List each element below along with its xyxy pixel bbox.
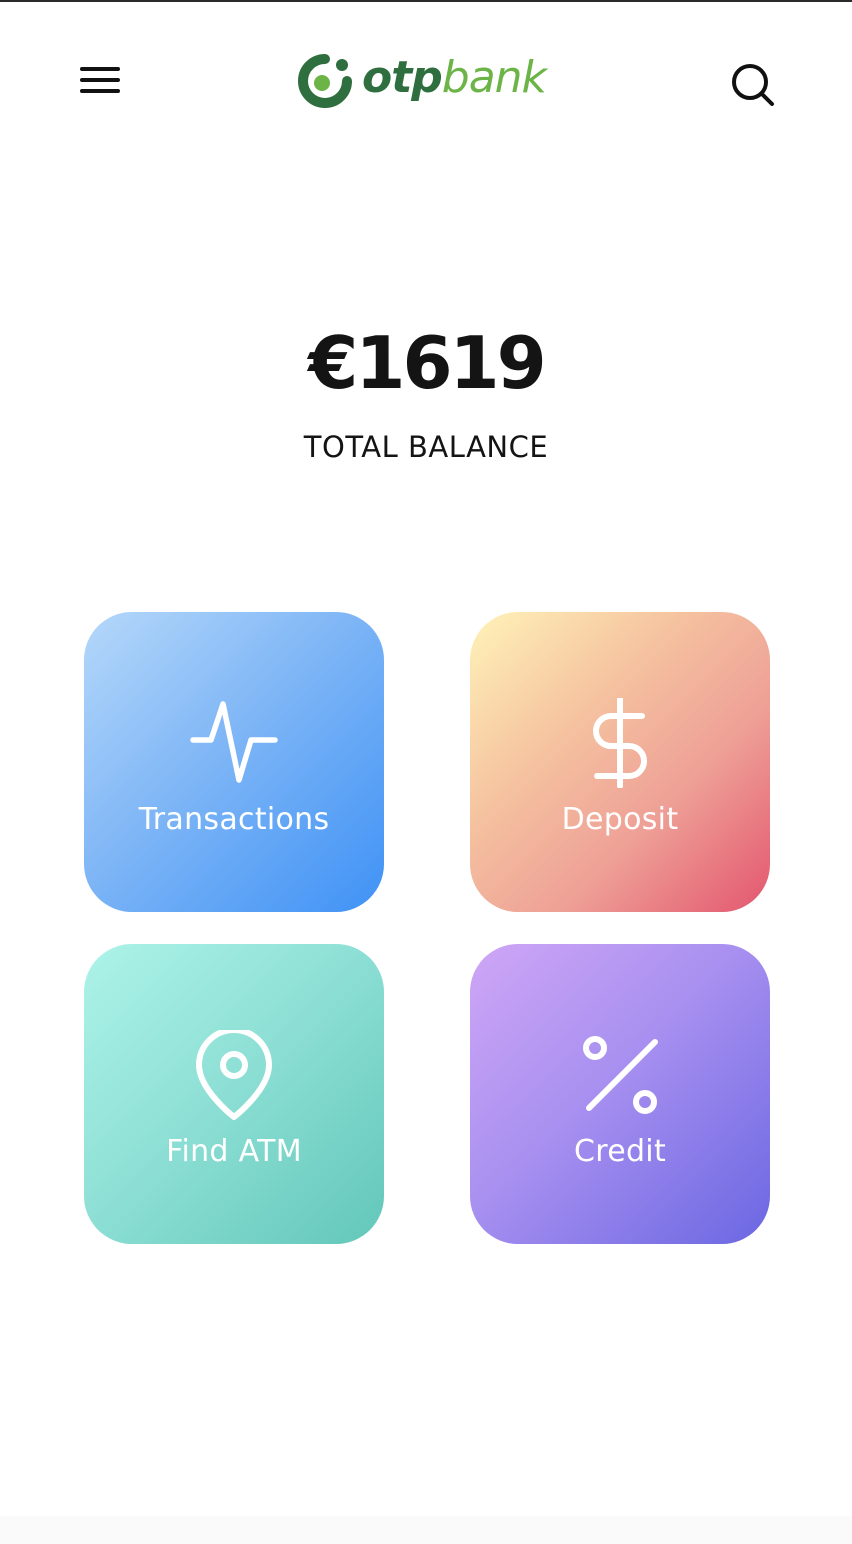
map-pin-icon — [84, 1030, 384, 1120]
credit-label: Credit — [573, 1134, 667, 1169]
bottom-edge — [0, 1516, 852, 1544]
deposit-tile[interactable]: Deposit — [470, 612, 770, 912]
find-atm-tile[interactable]: Find ATM — [84, 944, 384, 1244]
otp-bank-logo: otpbank — [298, 50, 547, 112]
percent-icon — [470, 1030, 770, 1120]
logo-text-otp: otp — [362, 52, 443, 103]
otp-logo-mark-icon — [298, 54, 352, 108]
hamburger-menu-icon[interactable] — [78, 64, 122, 98]
dollar-sign-icon — [470, 698, 770, 788]
activity-pulse-icon — [84, 698, 384, 788]
transactions-label: Transactions — [138, 802, 330, 837]
deposit-label: Deposit — [561, 802, 679, 837]
menu-line — [80, 89, 120, 93]
menu-line — [80, 78, 120, 82]
total-balance-amount: €1619 — [308, 321, 547, 405]
search-icon[interactable] — [728, 60, 776, 108]
app-screen: otpbank €1619 TOTAL BALANCE Transactions… — [0, 0, 852, 1544]
search-glyph — [732, 64, 774, 106]
total-balance-label: TOTAL BALANCE — [303, 430, 549, 464]
credit-tile[interactable]: Credit — [470, 944, 770, 1244]
find-atm-label: Find ATM — [166, 1134, 302, 1169]
transactions-tile[interactable]: Transactions — [84, 612, 384, 912]
menu-line — [80, 67, 120, 71]
logo-text-bank: bank — [441, 52, 547, 103]
logo-wordmark: otpbank — [362, 56, 547, 100]
